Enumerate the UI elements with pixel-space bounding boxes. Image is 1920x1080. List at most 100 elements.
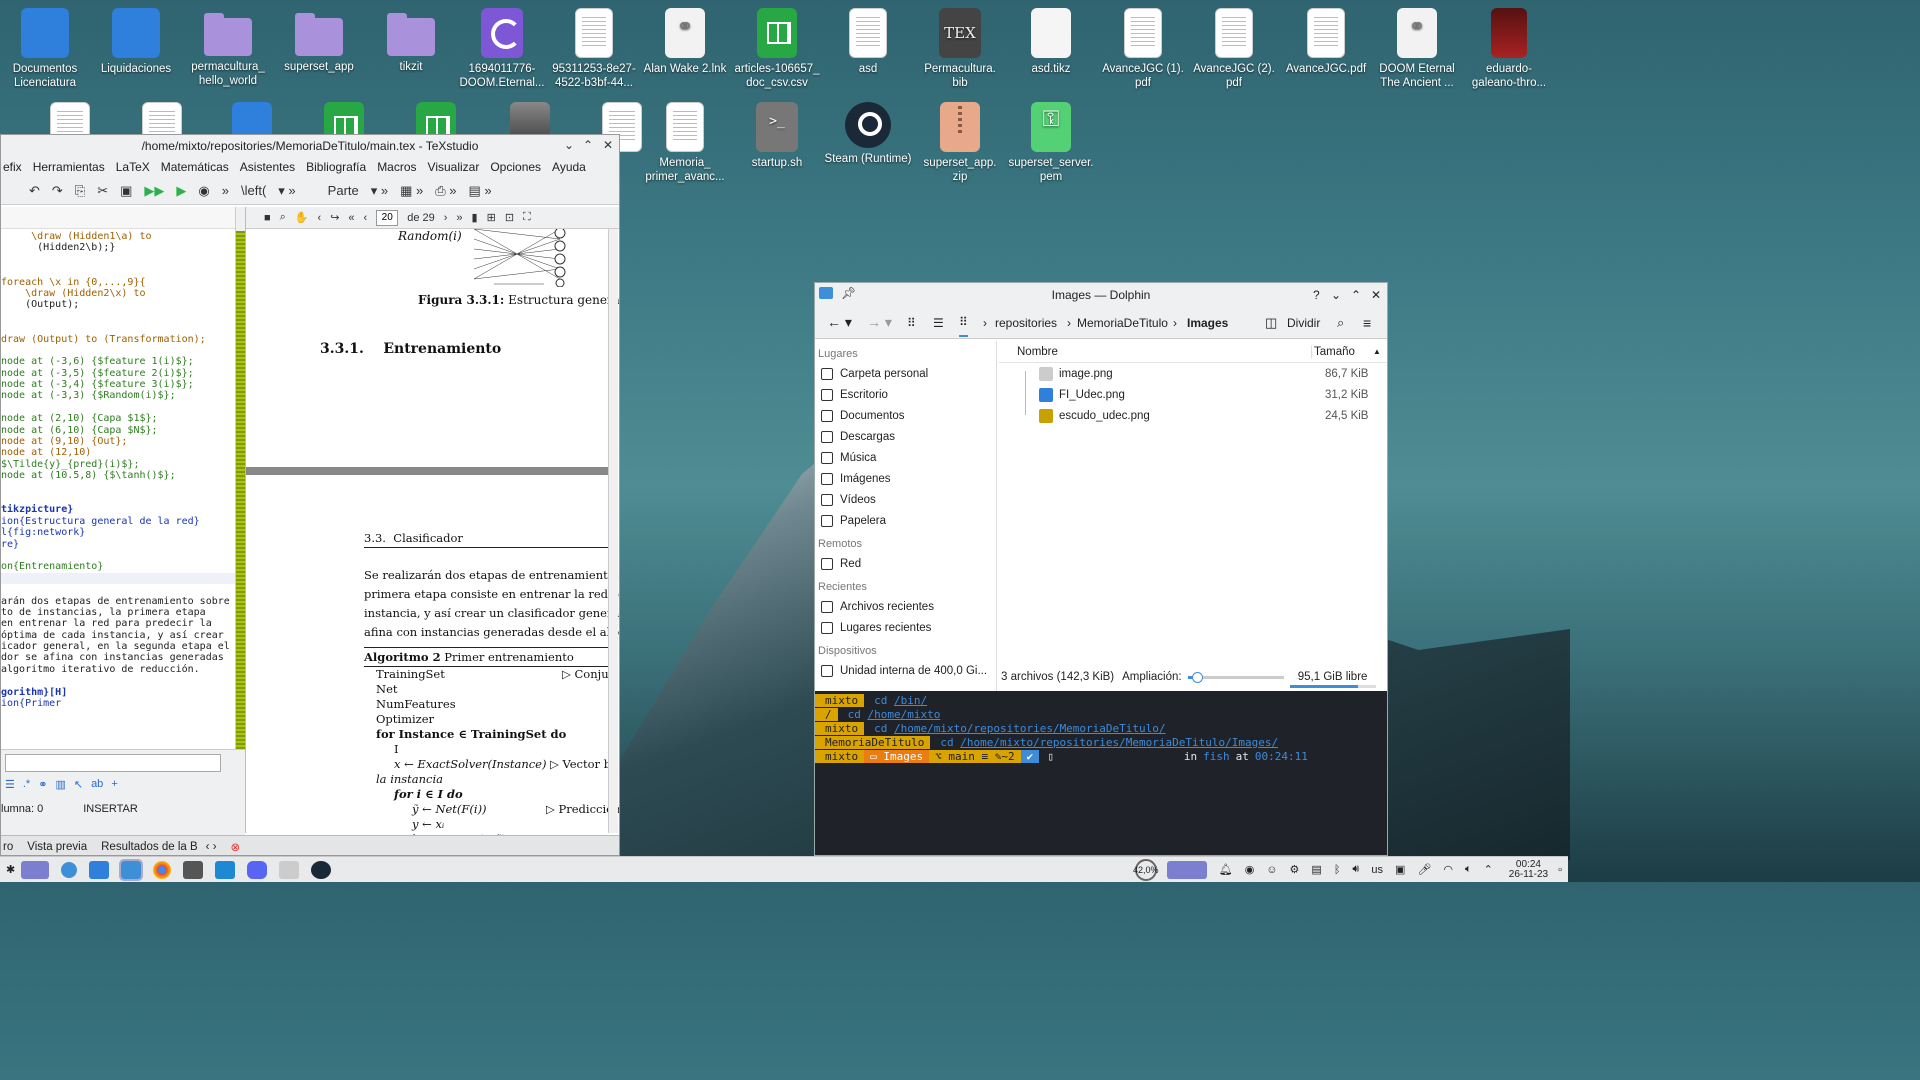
show-desktop-icon[interactable]: ▫ (1558, 864, 1562, 876)
places-item[interactable]: Documentos (815, 405, 996, 426)
list-icon[interactable]: ☰ (5, 778, 15, 791)
menu-item[interactable]: Matemáticas (161, 160, 229, 174)
name-column[interactable]: Nombre (1017, 346, 1058, 358)
first-page-icon[interactable]: « (348, 212, 354, 224)
add-icon[interactable]: + (111, 778, 117, 791)
next-page-icon[interactable]: › (444, 212, 448, 224)
desktop-icon[interactable]: 1694011776- DOOM.Eternal... (458, 8, 546, 90)
desktop-icon[interactable]: asd.tikz (1007, 8, 1095, 76)
fit-icon[interactable]: ▮ (472, 211, 478, 224)
desktop-icon[interactable]: Steam (Runtime) (824, 102, 912, 166)
clock[interactable]: 00:24 26-11-23 (1509, 859, 1548, 880)
more-icon[interactable]: ▾ » (278, 183, 295, 199)
places-item[interactable]: Música (815, 447, 996, 468)
dropdown-icon[interactable]: ▾ » (371, 183, 388, 199)
places-item[interactable]: Carpeta personal (815, 363, 996, 384)
discord-icon[interactable] (247, 860, 268, 879)
desktop-icon[interactable]: articles-106657_ doc_csv.csv (733, 8, 821, 90)
chrome-icon[interactable] (153, 860, 172, 879)
breadcrumb-repositories[interactable]: repositories (995, 316, 1057, 330)
close-panel-icon[interactable]: ⊗ (231, 840, 241, 854)
desktop-icon[interactable]: AvanceJGC.pdf (1282, 8, 1370, 76)
menu-item[interactable]: Ayuda (552, 160, 586, 174)
places-item[interactable]: Lugares recientes (815, 617, 996, 638)
page-input[interactable] (376, 209, 399, 226)
help-icon[interactable]: ? (1313, 288, 1320, 302)
desktop-icon[interactable]: DOOM Eternal The Ancient ... (1373, 8, 1461, 90)
wifi-icon[interactable]: ◠ (1443, 863, 1453, 876)
paste-icon[interactable]: ▣ (120, 183, 132, 199)
places-item[interactable]: Archivos recientes (815, 596, 996, 617)
close-icon[interactable]: ✕ (1371, 288, 1381, 302)
notifications-icon[interactable]: 🔔︎ (1219, 863, 1233, 876)
file-row[interactable]: image.png 86,7 KiB (999, 363, 1387, 384)
desktop-icon[interactable]: eduardo- galeano-thro... (1465, 8, 1553, 90)
plasma-icon[interactable] (61, 861, 78, 878)
copy-icon[interactable]: ⎘ (75, 183, 85, 199)
breadcrumb-memoria[interactable]: MemoriaDeTitulo (1077, 316, 1168, 330)
desktop-icon[interactable]: superset_server. pem (1007, 102, 1095, 184)
compact-view-icon[interactable]: ☰ (933, 316, 944, 330)
table-icon[interactable]: ▦ » (400, 183, 423, 199)
tab-ro[interactable]: ro (3, 841, 13, 853)
app-launcher-icon[interactable]: ✱ (6, 863, 15, 876)
places-item[interactable]: Imágenes (815, 468, 996, 489)
file-row[interactable]: escudo_udec.png 24,5 KiB (999, 405, 1387, 426)
desktop-icon[interactable]: Documentos Licenciatura (1, 8, 89, 90)
build-view-icon[interactable]: ▶▶ (144, 183, 164, 199)
places-item[interactable]: Vídeos (815, 489, 996, 510)
clipboard-icon[interactable]: ▤ (1311, 863, 1321, 876)
file-list[interactable]: Nombre Tamaño ▲ image.png 86,7 KiB FI_Udec… (999, 341, 1387, 663)
keyboard-layout[interactable]: us (1371, 864, 1383, 876)
maximize-icon[interactable]: ⌃ (583, 138, 593, 152)
hand-icon[interactable]: ✋ (295, 211, 309, 224)
width-icon[interactable]: ⊡ (505, 211, 514, 224)
window-title-bar[interactable]: 📌︎ Images — Dolphin ? ⌄ ⌃ ✕ (815, 283, 1387, 307)
window-title-bar[interactable]: /home/mixto/repositories/MemoriaDeTitulo… (1, 135, 619, 157)
search-field[interactable] (5, 754, 221, 772)
discord-tray-icon[interactable]: ☺ (1266, 864, 1277, 876)
desktop-icon[interactable]: 95311253-8e27- 4522-b3bf-44... (550, 8, 638, 90)
dolphin-window[interactable]: 📌︎ Images — Dolphin ? ⌄ ⌃ ✕ ← ▾ → ▾ ⠿ ☰ … (814, 282, 1388, 856)
cut-icon[interactable]: ✂ (97, 183, 108, 199)
desktop-icon[interactable]: superset_app (275, 8, 363, 74)
fullscreen-icon[interactable]: ⛶ (523, 211, 531, 224)
link-icon[interactable]: ⚭ (38, 778, 47, 791)
regex-icon[interactable]: .* (23, 778, 30, 791)
parte-select[interactable]: Parte (328, 183, 359, 198)
speaker-icon[interactable]: 🔈︎ (1465, 863, 1472, 876)
texstudio-window[interactable]: /home/mixto/repositories/MemoriaDeTitulo… (0, 134, 620, 856)
grid-icon[interactable]: ⊞ (487, 211, 496, 224)
code-editor[interactable]: \draw (Hidden1\a) to (Hidden2\b);} foreac… (1, 207, 245, 855)
places-item[interactable]: Papelera (815, 510, 996, 531)
forward-icon[interactable]: → ▾ (867, 314, 892, 331)
forward-icon[interactable]: ↪ (330, 211, 339, 224)
places-item[interactable]: Descargas (815, 426, 996, 447)
steam-icon[interactable] (311, 860, 332, 879)
minimize-icon[interactable]: ⌄ (1331, 288, 1341, 302)
split-button[interactable]: Dividir (1287, 316, 1320, 330)
tab-preview[interactable]: Vista previa (27, 841, 87, 853)
desktop-icon[interactable]: TEX Permacultura. bib (916, 8, 1004, 90)
desktop-icon[interactable]: permacultura_ hello_world (184, 8, 272, 88)
stop-icon[interactable]: ◉ (198, 183, 209, 199)
sort-icon[interactable]: ▲ (1373, 347, 1381, 356)
places-item[interactable]: Red (815, 553, 996, 574)
terminal-panel[interactable]: mixto cd /bin// cd /home/mixto mixto cd /hom… (815, 691, 1387, 855)
more-icon[interactable]: » (222, 183, 229, 198)
desktop-icon[interactable]: asd (824, 8, 912, 76)
desktop-icon[interactable]: Liquidaciones (92, 8, 180, 76)
icons-view-icon[interactable]: ⠿ (907, 316, 916, 330)
tray-expand-icon[interactable]: ⌃ (1484, 863, 1493, 876)
desktop-icon[interactable]: AvanceJGC (1). pdf (1099, 8, 1187, 90)
disk-icon[interactable]: ▣ (1395, 863, 1405, 876)
file-row[interactable]: FI_Udec.png 31,2 KiB (999, 384, 1387, 405)
volume-icon[interactable]: 🔊︎ (1352, 863, 1359, 876)
menu-item[interactable]: Herramientas (33, 160, 105, 174)
menu-item[interactable]: Opciones (490, 160, 541, 174)
minimize-icon[interactable]: ⌄ (564, 138, 574, 152)
columns-icon[interactable]: ▥ (55, 778, 65, 791)
close-icon[interactable]: ✕ (603, 138, 613, 152)
menu-item[interactable]: Bibliografía (306, 160, 366, 174)
desktop-icon[interactable]: >_ startup.sh (733, 102, 821, 170)
